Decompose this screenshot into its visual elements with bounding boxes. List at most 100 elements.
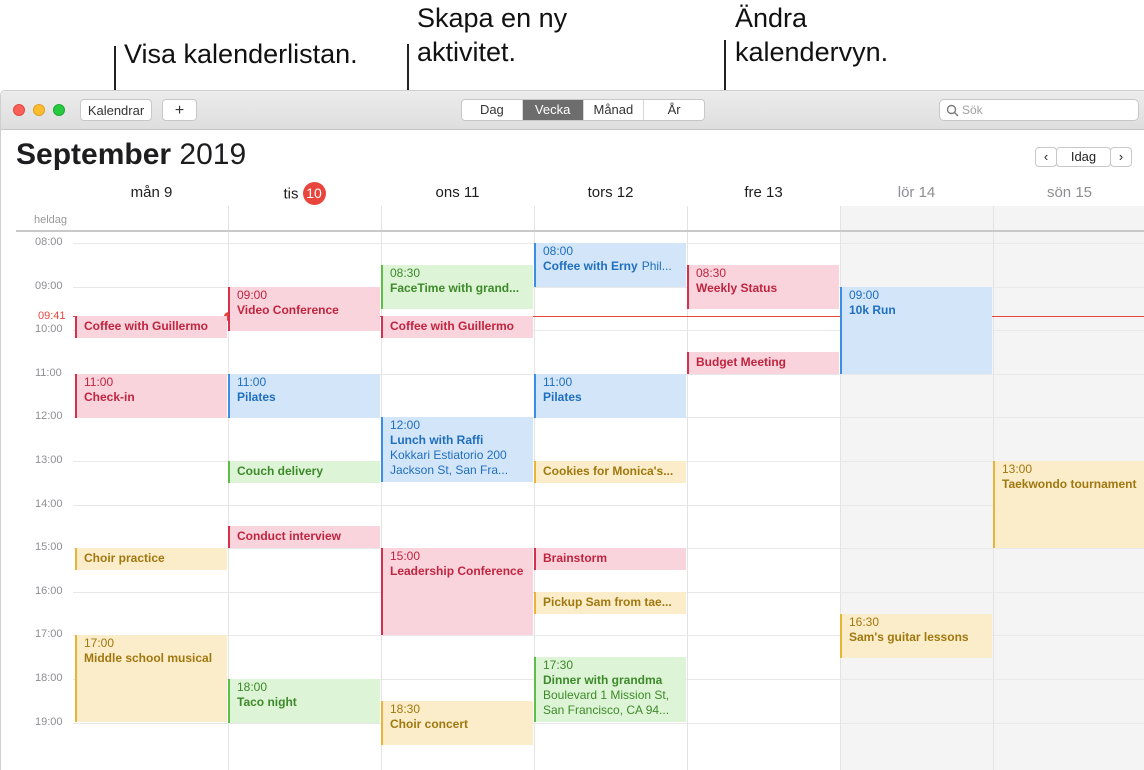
- event-title: FaceTime with grand...: [390, 281, 520, 295]
- search-field[interactable]: Sök: [939, 99, 1139, 121]
- calendar-event[interactable]: 11:00 Pilates: [534, 374, 686, 418]
- day-label: tis: [283, 185, 299, 203]
- calendar-event[interactable]: Choir practice: [75, 548, 227, 570]
- calendar-event[interactable]: 16:30 Sam's guitar lessons: [840, 614, 992, 658]
- next-week-button[interactable]: ›: [1110, 147, 1132, 167]
- day-header[interactable]: tis 10: [228, 182, 381, 206]
- calendar-event[interactable]: 09:00 Video Conference: [228, 287, 380, 331]
- event-title: Sam's guitar lessons: [849, 630, 969, 644]
- event-location: Jackson St, San Fra...: [390, 463, 509, 477]
- calendar-event[interactable]: 15:00 Leadership Conference: [381, 548, 533, 635]
- calendar-event[interactable]: Coffee with Guillermo: [75, 316, 227, 338]
- calendar-event[interactable]: Pickup Sam from tae...: [534, 592, 686, 614]
- minimize-window-icon[interactable]: [33, 104, 45, 116]
- hour-label: 13:00: [35, 454, 63, 466]
- calendar-event[interactable]: Cookies for Monica's...: [534, 461, 686, 483]
- event-time: 17:00: [84, 636, 115, 650]
- calendar-event[interactable]: 12:00 Lunch with Raffi Kokkari Estiatorio …: [381, 417, 533, 482]
- calendar-event[interactable]: Couch delivery: [228, 461, 380, 483]
- event-title: Pilates: [237, 390, 276, 404]
- calendar-event[interactable]: 08:00 Coffee with Erny Phil...: [534, 243, 686, 287]
- close-window-icon[interactable]: [13, 104, 25, 116]
- calendar-event[interactable]: 08:30 FaceTime with grand...: [381, 265, 533, 309]
- calendar-event[interactable]: 17:00 Middle school musical: [75, 635, 227, 722]
- event-title: Lunch with Raffi: [390, 433, 484, 447]
- day-header[interactable]: ons 11: [381, 183, 534, 203]
- event-title: Coffee with Guillermo: [390, 319, 515, 333]
- calendar-event[interactable]: 17:30 Dinner with grandma Boulevard 1 Miss…: [534, 657, 686, 722]
- event-title: Cookies for Monica's...: [543, 464, 674, 478]
- calendar-event[interactable]: 09:00 10k Run: [840, 287, 992, 374]
- view-button-år[interactable]: År: [643, 100, 704, 120]
- calendar-event[interactable]: 18:00 Taco night: [228, 679, 380, 723]
- callout-new-event-line2: aktivitet.: [417, 37, 517, 67]
- event-title: Coffee with Guillermo: [84, 319, 209, 333]
- event-time: 08:00: [543, 244, 574, 258]
- calendar-event[interactable]: 13:00 Taekwondo tournament: [993, 461, 1144, 548]
- previous-week-button[interactable]: ‹: [1035, 147, 1057, 167]
- calendar-event[interactable]: 08:30 Weekly Status: [687, 265, 839, 309]
- event-title: Pickup Sam from tae...: [543, 595, 672, 609]
- event-title: Middle school musical: [84, 651, 213, 665]
- calendar-event[interactable]: Coffee with Guillermo: [381, 316, 533, 338]
- calendars-button[interactable]: Kalendrar: [80, 99, 152, 121]
- today-badge: 10: [302, 182, 326, 205]
- event-title: Choir practice: [84, 551, 165, 565]
- page-title: September 2019: [16, 137, 246, 173]
- hour-label: 14:00: [35, 498, 63, 510]
- event-time: 18:00: [237, 680, 268, 694]
- day-label: sön 15: [1046, 184, 1093, 201]
- all-day-label: heldag: [34, 214, 68, 226]
- event-title: Dinner with grandma: [543, 673, 663, 687]
- event-time: 18:30: [390, 702, 421, 716]
- view-button-vecka[interactable]: Vecka: [521, 100, 583, 120]
- today-button[interactable]: Idag: [1056, 147, 1111, 167]
- zoom-window-icon[interactable]: [53, 104, 65, 116]
- calendar-event[interactable]: 11:00 Pilates: [228, 374, 380, 418]
- event-time: 11:00: [84, 375, 114, 389]
- event-location: San Francisco, CA 94...: [543, 703, 670, 717]
- calendar-window: Kalendrar + Dag Vecka Månad År Sök Septembe…: [0, 90, 1144, 770]
- event-location: Kokkari Estiatorio 200: [390, 448, 507, 462]
- event-title: Brainstorm: [543, 551, 608, 565]
- day-header[interactable]: mån 9: [75, 183, 228, 203]
- view-switcher: Dag Vecka Månad År: [461, 99, 705, 121]
- day-header[interactable]: sön 15: [993, 183, 1144, 203]
- event-title: Conduct interview: [237, 529, 342, 543]
- event-title: 10k Run: [849, 303, 896, 317]
- callout-change-view-line1: Ändra: [735, 3, 808, 33]
- calendar-event[interactable]: Conduct interview: [228, 526, 380, 548]
- view-button-månad[interactable]: Månad: [582, 100, 644, 120]
- title-bar: Kalendrar + Dag Vecka Månad År Sök: [1, 91, 1144, 130]
- day-label: lör 14: [897, 184, 936, 201]
- event-time: 17:30: [543, 658, 574, 672]
- hour-label: 08:00: [35, 236, 63, 248]
- day-header[interactable]: lör 14: [840, 183, 993, 203]
- event-title: Pilates: [543, 390, 582, 404]
- add-event-button[interactable]: +: [162, 99, 197, 121]
- year: 2019: [179, 138, 247, 171]
- day-label: tors 12: [587, 184, 634, 201]
- calendar-event[interactable]: Brainstorm: [534, 548, 686, 570]
- event-time: 08:30: [390, 266, 421, 280]
- day-header[interactable]: tors 12: [534, 183, 687, 203]
- day-label: mån 9: [130, 184, 173, 201]
- calendar-event[interactable]: Budget Meeting: [687, 352, 839, 374]
- calendar-event[interactable]: 18:30 Choir concert: [381, 701, 533, 745]
- day-label: fre 13: [744, 184, 783, 201]
- event-time: 11:00: [237, 375, 267, 389]
- hour-line: [73, 723, 1144, 724]
- view-button-dag[interactable]: Dag: [462, 100, 522, 120]
- hour-label: 16:00: [35, 585, 63, 597]
- event-title: Taco night: [237, 695, 297, 709]
- search-icon: [946, 104, 959, 117]
- calendar-event[interactable]: 11:00 Check-in: [75, 374, 227, 418]
- event-title: Taekwondo tournament: [1002, 477, 1137, 491]
- search-placeholder: Sök: [962, 103, 983, 117]
- event-title: Couch delivery: [237, 464, 324, 478]
- hour-line: [73, 505, 1144, 506]
- callout-change-view-line2: kalendervyn.: [735, 37, 889, 67]
- event-time: 13:00: [1002, 462, 1033, 476]
- event-title: Weekly Status: [696, 281, 778, 295]
- day-header[interactable]: fre 13: [687, 183, 840, 203]
